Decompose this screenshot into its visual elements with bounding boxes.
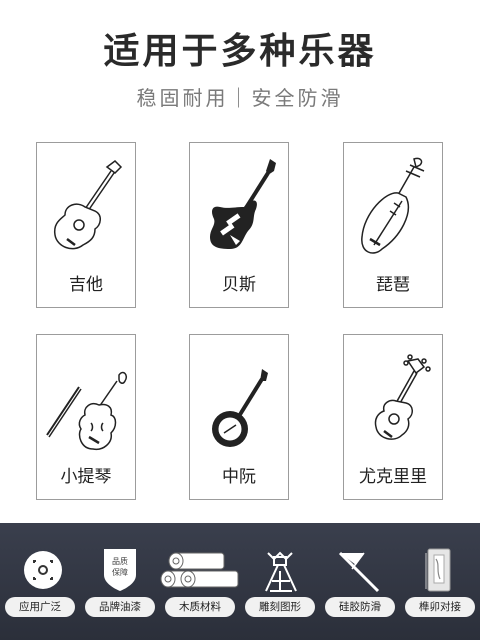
- instrument-card-ukulele[interactable]: 尤克里里: [343, 334, 443, 500]
- features-bar: 应用广泛 品质 保障 品牌油漆 木质材料 雕刻图形 硅胶防滑 榫卯对接: [0, 523, 480, 640]
- instrument-card-zhongruan[interactable]: 中阮: [189, 334, 289, 500]
- page-subtitle: 稳固耐用｜安全防滑: [136, 86, 344, 110]
- feature-label: 硅胶防滑: [325, 597, 395, 617]
- instrument-card-bass[interactable]: 贝斯: [189, 142, 289, 308]
- feature-silicone-antislip: 硅胶防滑: [320, 523, 400, 640]
- feature-wood-material: 木质材料: [160, 523, 240, 640]
- feature-label: 木质材料: [165, 597, 235, 617]
- target-icon: [24, 551, 62, 589]
- instrument-label: 琵琶: [376, 275, 410, 295]
- feature-label: 应用广泛: [5, 597, 75, 617]
- feature-engraving: 雕刻图形: [240, 523, 320, 640]
- feature-mortise-tenon: 榫卯对接: [400, 523, 480, 640]
- violin-icon: [46, 371, 128, 451]
- feature-label: 雕刻图形: [245, 597, 315, 617]
- feature-brand-paint: 品质 保障 品牌油漆: [80, 523, 160, 640]
- instrument-label: 小提琴: [60, 467, 112, 487]
- feature-label: 品牌油漆: [85, 597, 155, 617]
- instrument-label: 中阮: [222, 467, 256, 487]
- acoustic-guitar-icon: [53, 160, 123, 250]
- carving-icon: [265, 551, 297, 592]
- instrument-card-violin[interactable]: 小提琴: [36, 334, 136, 500]
- joint-icon: [425, 548, 451, 592]
- wood-logs-icon: [160, 552, 239, 588]
- feature-label: 榫卯对接: [405, 597, 475, 617]
- ukulele-icon: [374, 354, 431, 440]
- feature-wide-application: 应用广泛: [0, 523, 80, 640]
- quality-badge-icon: 品质 保障: [104, 549, 136, 591]
- pipa-icon: [361, 157, 425, 254]
- page-title: 适用于多种乐器: [103, 31, 377, 72]
- badge-text-bottom: 保障: [112, 567, 128, 577]
- instrument-label: 吉他: [69, 275, 103, 295]
- banjo-icon: [212, 369, 268, 447]
- badge-text-top: 品质: [112, 556, 128, 566]
- instrument-card-pipa[interactable]: 琵琶: [343, 142, 443, 308]
- instrument-card-guitar[interactable]: 吉他: [36, 142, 136, 308]
- electric-bass-icon: [210, 159, 276, 249]
- silicone-icon: [338, 551, 380, 593]
- instrument-label: 尤克里里: [359, 467, 427, 487]
- instrument-label: 贝斯: [222, 275, 256, 295]
